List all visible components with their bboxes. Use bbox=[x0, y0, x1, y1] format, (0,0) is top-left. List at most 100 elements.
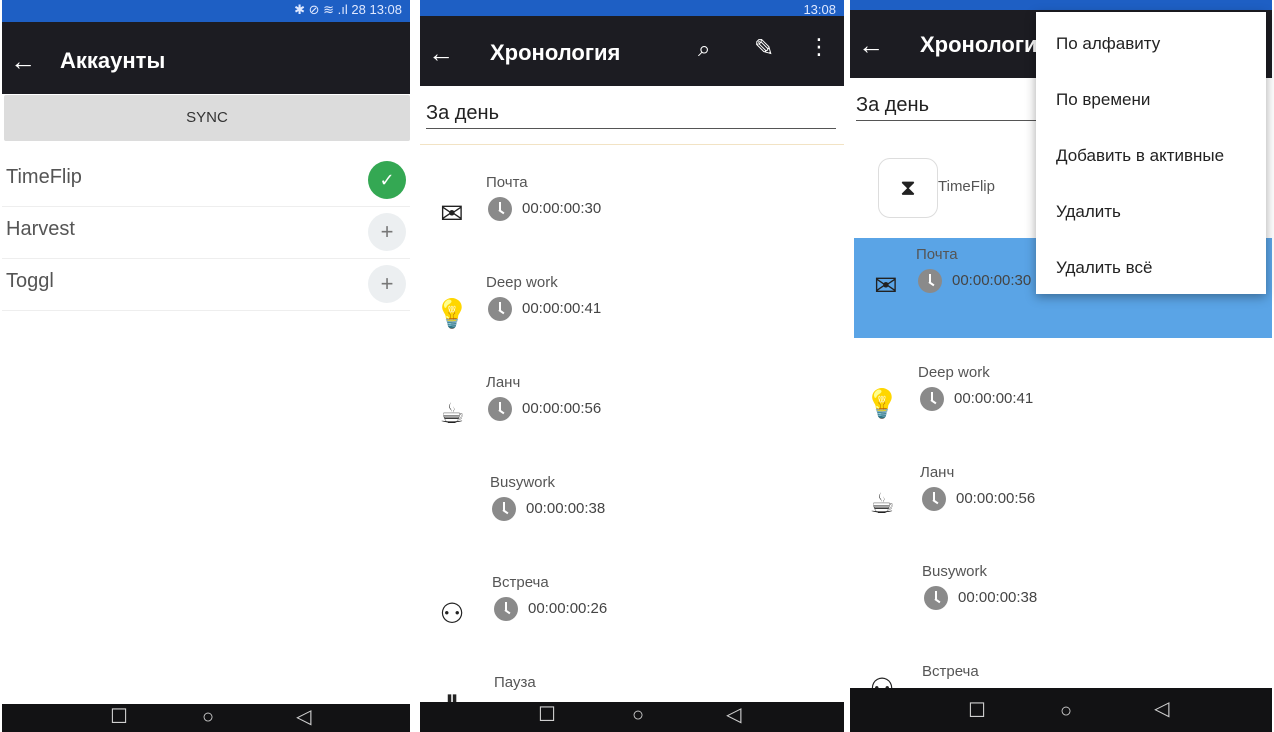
people-icon: ⚇ bbox=[439, 598, 465, 629]
coffee-cup-icon: ☕ bbox=[439, 398, 465, 429]
page-title: Аккаунты bbox=[60, 48, 166, 73]
duration-text: 00:00:00:38 bbox=[958, 589, 1038, 606]
entry-name: Deep work bbox=[486, 274, 558, 291]
back-nav-icon[interactable]: ◁ bbox=[296, 706, 311, 728]
home-icon[interactable]: ○ bbox=[1060, 700, 1072, 722]
envelope-icon: ✉ bbox=[440, 198, 464, 229]
back-arrow-icon[interactable]: ← bbox=[428, 40, 454, 66]
entry-name: Ланч bbox=[920, 464, 955, 481]
duration-text: 00:00:00:30 bbox=[522, 200, 602, 217]
list-item[interactable]: ⚇ Встреча 00:00:00:26 bbox=[420, 566, 844, 666]
coffee-cup-icon: ☕ bbox=[869, 488, 895, 519]
entry-duration: 00:00:00:56 bbox=[488, 396, 601, 422]
clock-icon bbox=[924, 586, 948, 611]
add-icon[interactable]: + bbox=[368, 265, 406, 303]
entry-name: Встреча bbox=[492, 574, 549, 591]
list-item[interactable]: ✉ Почта 00:00:00:30 bbox=[420, 166, 844, 266]
menu-item-delete[interactable]: Удалить bbox=[1056, 202, 1121, 222]
lightbulb-icon: 💡 bbox=[864, 388, 900, 419]
clock-icon bbox=[492, 497, 516, 522]
entry-name: Ланч bbox=[486, 374, 521, 391]
page-title: Хронология bbox=[920, 32, 1051, 57]
list-item[interactable]: 💡 Deep work 00:00:00:41 bbox=[420, 266, 844, 366]
period-filter[interactable]: За день bbox=[426, 98, 836, 129]
divider bbox=[420, 144, 844, 145]
list-item[interactable]: 💡 Deep work 00:00:00:41 bbox=[850, 356, 1272, 456]
recent-apps-icon[interactable]: ☐ bbox=[968, 700, 986, 722]
entry-duration: 00:00:00:56 bbox=[922, 486, 1035, 512]
list-item[interactable]: ☕ Ланч 00:00:00:56 bbox=[420, 366, 844, 466]
entry-name: Busywork bbox=[490, 474, 556, 491]
entry-duration: 00:00:00:38 bbox=[924, 585, 1037, 611]
add-icon[interactable]: + bbox=[368, 213, 406, 251]
account-name: Harvest bbox=[6, 218, 75, 240]
sync-button[interactable]: SYNC bbox=[4, 95, 410, 141]
duration-text: 00:00:00:56 bbox=[956, 490, 1036, 507]
entry-duration: 00:00:00:41 bbox=[920, 386, 1033, 412]
back-arrow-icon[interactable]: ← bbox=[858, 32, 884, 58]
edit-icon[interactable]: ✎ bbox=[754, 34, 774, 63]
home-icon[interactable]: ○ bbox=[632, 704, 644, 726]
envelope-icon: ✉ bbox=[874, 270, 898, 301]
clock-icon bbox=[488, 397, 512, 422]
account-row-timeflip[interactable]: TimeFlip ✓ bbox=[2, 154, 410, 207]
account-row-harvest[interactable]: Harvest + bbox=[2, 206, 410, 259]
recent-apps-icon[interactable]: ☐ bbox=[110, 706, 128, 728]
entry-name: Пауза bbox=[494, 674, 536, 691]
duration-text: 00:00:00:56 bbox=[522, 400, 602, 417]
back-arrow-icon[interactable]: ← bbox=[10, 48, 36, 74]
duration-text: 00:00:00:41 bbox=[522, 300, 602, 317]
list-item[interactable]: Busywork 00:00:00:38 bbox=[420, 466, 844, 566]
list-item[interactable]: Busywork 00:00:00:38 bbox=[850, 555, 1272, 655]
hourglass-icon: ⧗ bbox=[878, 158, 938, 218]
clock-icon bbox=[488, 197, 512, 222]
list-item[interactable]: ☕ Ланч 00:00:00:56 bbox=[850, 456, 1272, 556]
menu-item-sort-time[interactable]: По времени bbox=[1056, 90, 1150, 110]
entry-name: Встреча bbox=[922, 663, 979, 680]
back-nav-icon[interactable]: ◁ bbox=[726, 704, 741, 726]
system-nav-bar: ☐ ○ ◁ bbox=[420, 702, 844, 732]
menu-item-delete-all[interactable]: Удалить всё bbox=[1056, 258, 1152, 278]
duration-text: 00:00:00:38 bbox=[526, 500, 606, 517]
entry-name: Deep work bbox=[918, 364, 990, 381]
status-bar bbox=[850, 0, 1272, 10]
device-name: TimeFlip bbox=[938, 178, 995, 195]
entry-duration: 00:00:00:26 bbox=[494, 596, 607, 622]
account-name: TimeFlip bbox=[6, 166, 82, 188]
page-title: Хронология bbox=[490, 40, 621, 65]
app-bar: ← Аккаунты bbox=[2, 22, 410, 94]
entry-duration: 00:00:00:41 bbox=[488, 296, 601, 322]
duration-text: 00:00:00:41 bbox=[954, 390, 1034, 407]
app-bar: ← Хронология ⌕ ✎ ⋮ bbox=[420, 16, 844, 86]
entry-duration: 00:00:00:30 bbox=[918, 268, 1031, 294]
check-icon[interactable]: ✓ bbox=[368, 161, 406, 199]
duration-text: 00:00:00:26 bbox=[528, 600, 608, 617]
menu-item-sort-alpha[interactable]: По алфавиту bbox=[1056, 34, 1160, 54]
clock-icon bbox=[494, 597, 518, 622]
entry-duration: 00:00:00:38 bbox=[492, 496, 605, 522]
back-nav-icon[interactable]: ◁ bbox=[1154, 698, 1169, 720]
menu-item-add-active[interactable]: Добавить в активные bbox=[1056, 146, 1224, 166]
search-icon[interactable]: ⌕ bbox=[698, 36, 710, 62]
status-bar: ✱ ⊘ ≋ .ıl 28 13:08 bbox=[2, 0, 410, 22]
clock-icon bbox=[488, 297, 512, 322]
account-name: Toggl bbox=[6, 270, 54, 292]
timeline-screen: 13:08 ← Хронология ⌕ ✎ ⋮ За день ✉ Почта… bbox=[420, 0, 844, 732]
lightbulb-icon: 💡 bbox=[434, 298, 470, 329]
entry-name: Почта bbox=[486, 174, 528, 191]
duration-text: 00:00:00:30 bbox=[952, 272, 1032, 289]
clock-icon bbox=[918, 269, 942, 294]
account-row-toggl[interactable]: Toggl + bbox=[2, 258, 410, 311]
clock-icon bbox=[922, 487, 946, 512]
system-nav-bar: ☐ ○ ◁ bbox=[2, 704, 410, 732]
more-options-icon[interactable]: ⋮ bbox=[808, 34, 830, 60]
accounts-screen: ✱ ⊘ ≋ .ıl 28 13:08 ← Аккаунты SYNC TimeF… bbox=[2, 0, 410, 732]
system-nav-bar: ☐ ○ ◁ bbox=[850, 688, 1272, 732]
status-bar: 13:08 bbox=[420, 0, 844, 17]
recent-apps-icon[interactable]: ☐ bbox=[538, 704, 556, 726]
overflow-menu: По алфавиту По времени Добавить в активн… bbox=[1036, 12, 1266, 294]
entry-duration: 00:00:00:30 bbox=[488, 196, 601, 222]
home-icon[interactable]: ○ bbox=[202, 706, 214, 728]
entry-name: Почта bbox=[916, 246, 958, 263]
entry-name: Busywork bbox=[922, 563, 988, 580]
